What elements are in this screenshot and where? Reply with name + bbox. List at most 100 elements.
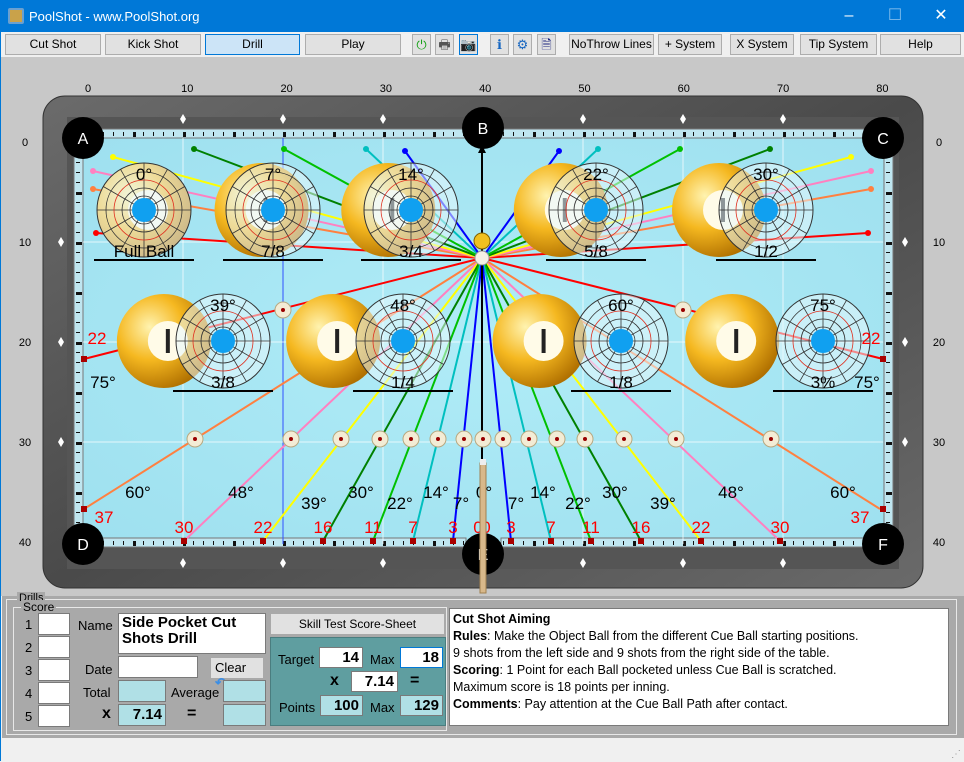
info-icon-button[interactable]: ℹ	[490, 34, 509, 55]
ball-fraction-label: 3/4	[399, 242, 423, 261]
ruler-tick	[673, 132, 674, 136]
cut-shot-button[interactable]: Cut Shot	[5, 34, 101, 55]
print-icon-button[interactable]: 🖶	[435, 34, 454, 55]
cut-angle-label: 14°	[530, 483, 556, 502]
ruler-tick	[633, 132, 636, 137]
toolbar: Cut Shot Kick Shot Drill Play ⏻ 🖶 📷 ℹ ⚙ 🗎 NoT…	[1, 32, 964, 57]
ruler-tick	[273, 541, 274, 545]
ruler-tick	[453, 132, 454, 136]
power-icon-button[interactable]: ⏻	[412, 34, 431, 55]
help-button[interactable]: Help	[880, 34, 961, 55]
ball-fraction-label: 5/8	[584, 242, 608, 261]
ruler-tick	[683, 132, 686, 137]
drill-name-field[interactable]: Side Pocket Cut Shots Drill	[118, 613, 266, 654]
ruler-tick	[303, 541, 304, 545]
rail-number: 3	[506, 518, 515, 537]
ruler-tick	[753, 132, 754, 136]
pool-table[interactable]: 0 10 20 30 40 50 60 70 80 0 0 10 10 20 20 30 30 40 40 0° Ful…	[1, 57, 964, 596]
cut-angle-label: 7°	[453, 494, 469, 513]
play-button[interactable]: Play	[305, 34, 401, 55]
target-field[interactable]: 14	[319, 647, 363, 668]
cut-angle-label: 60°	[125, 483, 151, 502]
close-button[interactable]: ✕	[926, 5, 956, 27]
ruler-tick	[573, 132, 574, 136]
arrow-head-icon	[93, 230, 99, 236]
ruler-tick	[76, 262, 80, 263]
cue-ball-dot	[281, 308, 285, 312]
ruler-tick	[76, 402, 80, 403]
no-throw-lines-button[interactable]: NoThrow Lines	[569, 34, 654, 55]
ruler-tick	[623, 132, 624, 136]
contact-point	[391, 329, 415, 353]
score-field-4[interactable]	[38, 682, 70, 704]
clear-button[interactable]: Clear ↶	[211, 658, 263, 690]
arrow-head-icon	[556, 148, 562, 154]
cue-ball-dot	[436, 437, 440, 441]
rail-target-marker	[508, 538, 514, 544]
cut-angle-label: 39°	[210, 296, 236, 315]
cut-angle-label: 30°	[348, 483, 374, 502]
ruler-tick	[383, 132, 386, 137]
ruler-tick	[843, 132, 844, 136]
rail-number: 3	[448, 518, 457, 537]
max-field[interactable]: 18	[400, 647, 443, 668]
camera-icon-button[interactable]: 📷	[459, 34, 478, 55]
status-bar: ⋰	[1, 738, 964, 762]
arrow-head-icon	[868, 168, 874, 174]
drill-button[interactable]: Drill	[205, 34, 300, 55]
help-doc-icon-button[interactable]: 🗎	[537, 34, 556, 55]
score-row-number: 1	[25, 617, 33, 632]
ruler-tick	[76, 452, 80, 453]
points-max-label: Max	[370, 700, 395, 715]
score-field-2[interactable]	[38, 636, 70, 658]
ruler-tick	[76, 392, 82, 395]
target-label: Target	[278, 652, 315, 667]
cue-ball-dot	[378, 437, 382, 441]
date-field[interactable]	[118, 656, 198, 678]
ruler-tick	[523, 132, 524, 136]
cue-ball-dot	[339, 437, 343, 441]
title-bar: PoolShot - www.PoolShot.org – ☐ ✕	[1, 1, 964, 32]
rail-target-marker	[370, 538, 376, 544]
ruler-tick	[133, 541, 136, 546]
ruler-tick	[76, 512, 80, 513]
score-field-5[interactable]	[38, 705, 70, 727]
ruler-tick	[76, 222, 80, 223]
ruler-tick	[123, 132, 124, 136]
window-title: PoolShot - www.PoolShot.org	[29, 9, 200, 24]
score-field-3[interactable]	[38, 659, 70, 681]
ruler-tick	[886, 252, 890, 253]
ruler-tick	[543, 132, 544, 136]
ruler-tick	[153, 132, 154, 136]
score-field-1[interactable]	[38, 613, 70, 635]
x-system-button[interactable]: X System	[730, 34, 794, 55]
resize-grip-icon[interactable]: ⋰	[951, 749, 961, 760]
y-axis-label: 10	[933, 237, 945, 249]
pool-table-area[interactable]: 0 10 20 30 40 50 60 70 80 0 0 10 10 20 20 30 30 40 40 0° Ful…	[1, 57, 964, 596]
ruler-tick	[143, 132, 144, 136]
contact-point	[584, 198, 608, 222]
total-label: Total	[83, 685, 111, 700]
plus-system-button[interactable]: + System	[658, 34, 722, 55]
cut-angle-label: 30°	[753, 165, 779, 184]
ruler-tick	[753, 541, 754, 545]
tip-system-button[interactable]: Tip System	[800, 34, 877, 55]
settings-icon-button[interactable]: ⚙	[513, 34, 532, 55]
minimize-button[interactable]: –	[834, 5, 864, 27]
ruler-tick	[886, 162, 890, 163]
contact-point	[261, 198, 285, 222]
ruler-tick	[353, 132, 354, 136]
ruler-tick	[886, 472, 890, 473]
rail-target-marker	[410, 538, 416, 544]
ruler-tick	[76, 372, 80, 373]
mult-field[interactable]: 7.14	[351, 671, 398, 692]
ruler-tick	[886, 362, 890, 363]
ruler-tick	[733, 132, 736, 137]
kick-shot-button[interactable]: Kick Shot	[105, 34, 201, 55]
date-label: Date	[85, 662, 113, 677]
ruler-tick	[886, 172, 890, 173]
ruler-tick	[123, 541, 124, 545]
skill-test-score-sheet-button[interactable]: Skill Test Score-Sheet	[271, 614, 444, 634]
y-axis-label: 40	[19, 537, 31, 549]
maximize-button[interactable]: ☐	[880, 5, 910, 27]
